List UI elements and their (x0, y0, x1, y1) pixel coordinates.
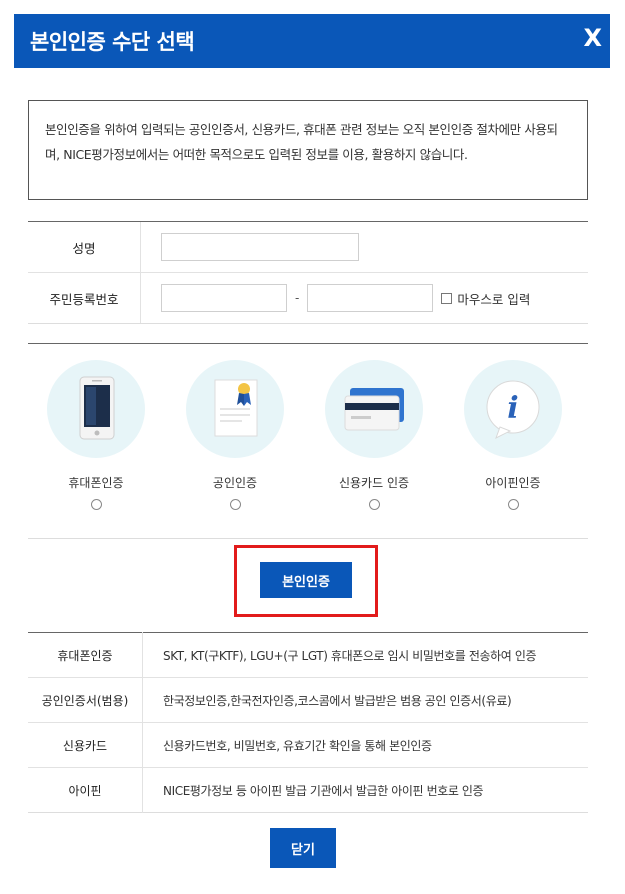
rrn-row: 주민등록번호 - 마우스로 입력 (28, 273, 588, 323)
method-name: 신용카드 (28, 722, 143, 768)
method-label: 공인인증 (212, 476, 258, 490)
rrn-dash: - (295, 291, 300, 305)
method-name: 휴대폰인증 (28, 632, 143, 678)
method-description: NICE평가정보 등 아이핀 발급 기관에서 발급한 아이핀 번호로 인증 (163, 783, 484, 798)
name-row: 성명 (28, 222, 588, 273)
method-description-table: 휴대폰인증 SKT, KT(구KTF), LGU+(구 LGT) 휴대폰으로 임… (28, 632, 588, 813)
privacy-notice: 본인인증을 위하여 입력되는 공인인증서, 신용카드, 휴대폰 관련 정보는 오… (28, 100, 588, 200)
ipin-info-icon: i (464, 360, 562, 458)
mouse-input-label: 마우스로 입력 (457, 291, 531, 307)
method-phone[interactable]: 휴대폰인증 (46, 360, 146, 510)
dialog-title: 본인인증 수단 선택 (30, 30, 195, 54)
method-certificate[interactable]: 공인인증 (185, 360, 285, 510)
name-label: 성명 (28, 222, 141, 272)
rrn-label: 주민등록번호 (28, 273, 141, 323)
rrn-back-input[interactable] (307, 284, 434, 312)
method-ipin[interactable]: i 아이핀인증 (463, 360, 563, 510)
method-description: 한국정보인증,한국전자인증,코스콤에서 발급받은 범용 공인 인증서(유료) (142, 677, 588, 723)
identity-form: 성명 주민등록번호 - 마우스로 입력 (28, 221, 588, 324)
method-radio[interactable] (90, 499, 102, 510)
certificate-icon (186, 360, 284, 458)
rrn-front-input[interactable] (161, 284, 287, 312)
verify-identity-button[interactable]: 본인인증 (260, 562, 352, 598)
method-radio[interactable] (507, 499, 519, 510)
table-row: 신용카드 신용카드번호, 비밀번호, 유효기간 확인을 통해 본인인증 (28, 722, 588, 768)
method-radio[interactable] (368, 499, 380, 510)
method-name: 공인인증서(범용) (28, 677, 143, 723)
method-radio[interactable] (229, 499, 241, 510)
method-label: 아이핀인증 (485, 476, 541, 490)
mouse-input-checkbox[interactable] (441, 292, 453, 304)
table-row: 아이핀 NICE평가정보 등 아이핀 발급 기관에서 발급한 아이핀 번호로 인… (28, 767, 588, 813)
method-description: 신용카드번호, 비밀번호, 유효기간 확인을 통해 본인인증 (142, 722, 588, 768)
phone-icon (47, 360, 145, 458)
close-icon[interactable]: X (583, 24, 602, 52)
dialog-header: 본인인증 수단 선택 X (14, 14, 610, 68)
name-input[interactable] (161, 233, 359, 261)
method-label: 신용카드 인증 (338, 476, 410, 490)
auth-methods: 휴대폰인증 공인인증 신용카드 인증 i 아이핀인증 (28, 343, 588, 539)
method-name: 아이핀 (28, 767, 143, 813)
credit-card-icon (325, 360, 423, 458)
table-row: 휴대폰인증 SKT, KT(구KTF), LGU+(구 LGT) 휴대폰으로 임… (28, 632, 588, 678)
svg-text:i: i (507, 391, 518, 426)
method-description: SKT, KT(구KTF), LGU+(구 LGT) 휴대폰으로 임시 비밀번호… (142, 632, 588, 678)
confirm-button-highlight: 본인인증 (234, 545, 378, 617)
method-label: 휴대폰인증 (68, 476, 124, 490)
method-credit-card[interactable]: 신용카드 인증 (324, 360, 424, 510)
table-row: 공인인증서(범용) 한국정보인증,한국전자인증,코스콤에서 발급받은 범용 공인… (28, 677, 588, 723)
close-button[interactable]: 닫기 (270, 828, 336, 868)
